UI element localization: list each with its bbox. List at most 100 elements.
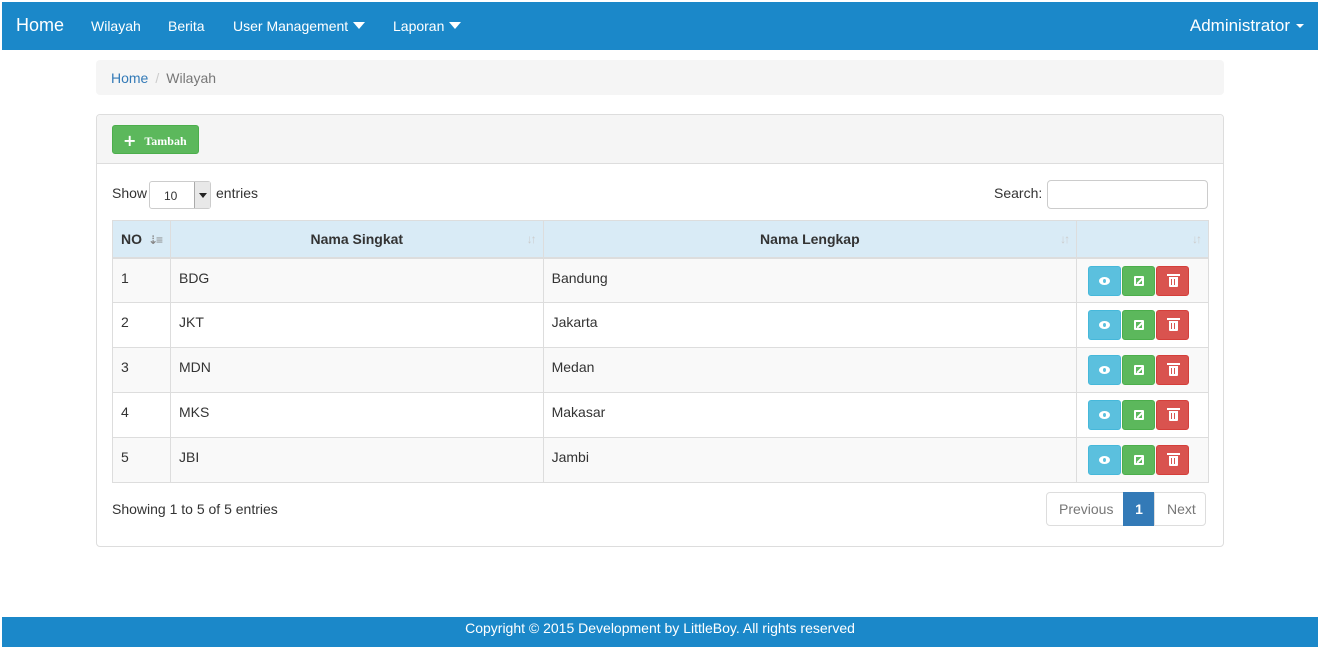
eye-icon [1099, 321, 1111, 329]
cell-nama-lengkap: Bandung [542, 257, 1078, 303]
cell-actions [1076, 347, 1209, 393]
sort-asc-icon: ⇣≡ [148, 232, 163, 247]
cell-actions [1076, 302, 1209, 348]
table-row: 5 JBI Jambi [112, 437, 1209, 483]
eye-icon [1099, 366, 1111, 374]
column-header-actions[interactable]: ↓↑ [1076, 220, 1209, 259]
trash-icon [1167, 273, 1181, 287]
edit-icon [1134, 365, 1145, 375]
cell-nama-singkat: JKT [169, 302, 544, 348]
breadcrumb: Home / Wilayah [96, 60, 1224, 95]
view-button[interactable] [1088, 355, 1122, 385]
nav-user-management[interactable]: User Management [233, 18, 366, 34]
table-row: 3 MDN Medan [112, 347, 1209, 393]
nav-berita[interactable]: Berita [168, 18, 205, 34]
pagination: Previous 1 Next [1046, 492, 1206, 526]
entries-label: entries [216, 185, 259, 201]
view-button[interactable] [1088, 310, 1122, 340]
nav-wilayah[interactable]: Wilayah [91, 18, 141, 34]
table-row: 2 JKT Jakarta [112, 302, 1209, 348]
delete-button[interactable] [1156, 355, 1190, 385]
previous-page-button[interactable]: Previous [1046, 492, 1124, 526]
sort-icon: ↓↑ [1060, 232, 1070, 246]
cell-no: 2 [112, 302, 171, 348]
add-button-label: Tambah [144, 134, 187, 148]
trash-icon [1167, 318, 1181, 331]
edit-button[interactable] [1122, 265, 1156, 296]
edit-icon [1134, 455, 1145, 465]
chevron-down-icon [353, 22, 366, 29]
sort-icon: ↓↑ [526, 232, 537, 246]
app-window: Home Wilayah Berita User Management Lapo… [2, 2, 1318, 647]
edit-button[interactable] [1122, 445, 1156, 475]
eye-icon [1099, 276, 1111, 285]
user-menu[interactable]: Administrator [1190, 16, 1304, 36]
page-1-button[interactable]: 1 [1123, 492, 1155, 526]
view-button[interactable] [1088, 265, 1122, 296]
chevron-down-icon [449, 22, 462, 29]
cell-nama-lengkap: Jakarta [542, 302, 1078, 348]
trash-icon [1167, 408, 1181, 421]
nav-laporan-label: Laporan [393, 18, 445, 34]
cell-no: 5 [112, 437, 171, 483]
cell-nama-singkat: BDG [169, 257, 544, 303]
cell-actions [1076, 392, 1209, 438]
search-input[interactable] [1047, 180, 1208, 209]
chevron-down-icon [194, 182, 210, 208]
cell-nama-lengkap: Jambi [542, 437, 1078, 483]
delete-button[interactable] [1156, 400, 1190, 430]
edit-button[interactable] [1122, 400, 1156, 430]
column-header-nama-singkat[interactable]: Nama Singkat ↓↑ [169, 220, 544, 259]
breadcrumb-current: Wilayah [166, 70, 217, 86]
cell-actions [1076, 437, 1209, 483]
search-label: Search: [994, 185, 1043, 201]
add-button[interactable]: + Tambah [112, 125, 199, 154]
table-header-row: NO ⇣≡ Nama Singkat ↓↑ Nama Lengkap ↓↑ ↓↑ [112, 220, 1209, 259]
eye-icon [1099, 411, 1111, 419]
wilayah-table: NO ⇣≡ Nama Singkat ↓↑ Nama Lengkap ↓↑ ↓↑ 1 … [112, 220, 1209, 483]
edit-icon [1134, 275, 1145, 286]
table-info: Showing 1 to 5 of 5 entries [112, 501, 278, 517]
column-header-nama-lengkap-label: Nama Lengkap [760, 230, 860, 247]
column-header-nama-singkat-label: Nama Singkat [310, 230, 404, 247]
cell-no: 3 [112, 347, 171, 393]
edit-button[interactable] [1122, 355, 1156, 385]
trash-icon [1167, 453, 1181, 466]
edit-icon [1134, 410, 1145, 420]
delete-button[interactable] [1156, 265, 1190, 296]
cell-nama-singkat: MDN [169, 347, 544, 393]
delete-button[interactable] [1156, 310, 1190, 340]
cell-no: 1 [112, 257, 171, 303]
column-header-nama-lengkap[interactable]: Nama Lengkap ↓↑ [542, 220, 1078, 259]
view-button[interactable] [1088, 400, 1122, 430]
entries-select[interactable]: 10 [149, 181, 211, 209]
cell-nama-singkat: MKS [169, 392, 544, 438]
user-name: Administrator [1189, 16, 1290, 35]
cell-actions [1076, 257, 1209, 303]
sort-icon: ↓↑ [1192, 232, 1202, 246]
panel-heading: + Tambah [97, 115, 1223, 164]
brand-home-link[interactable]: Home [16, 15, 64, 36]
copyright-text: Copyright © 2015 Development by LittleBo… [465, 620, 855, 636]
next-page-button[interactable]: Next [1154, 492, 1206, 526]
table-row: 4 MKS Makasar [112, 392, 1209, 438]
breadcrumb-home-link[interactable]: Home [111, 70, 148, 86]
content-panel: + Tambah Show 10 entries Search: NO ⇣≡ Nam… [96, 114, 1224, 547]
nav-laporan[interactable]: Laporan [393, 18, 462, 34]
table-row: 1 BDG Bandung [112, 257, 1209, 303]
delete-button[interactable] [1156, 445, 1190, 475]
cell-nama-lengkap: Makasar [542, 392, 1078, 438]
edit-button[interactable] [1122, 310, 1156, 340]
column-header-no[interactable]: NO ⇣≡ [112, 220, 171, 259]
cell-no: 4 [112, 392, 171, 438]
eye-icon [1099, 456, 1111, 464]
footer: Copyright © 2015 Development by LittleBo… [2, 617, 1318, 647]
breadcrumb-separator: / [155, 70, 160, 86]
plus-icon: + [123, 131, 137, 150]
entries-select-value: 10 [164, 189, 178, 203]
column-header-no-label: NO [121, 230, 142, 247]
show-label: Show [112, 185, 148, 201]
top-navbar: Home Wilayah Berita User Management Lapo… [2, 2, 1318, 50]
edit-icon [1134, 320, 1145, 330]
view-button[interactable] [1088, 445, 1122, 475]
